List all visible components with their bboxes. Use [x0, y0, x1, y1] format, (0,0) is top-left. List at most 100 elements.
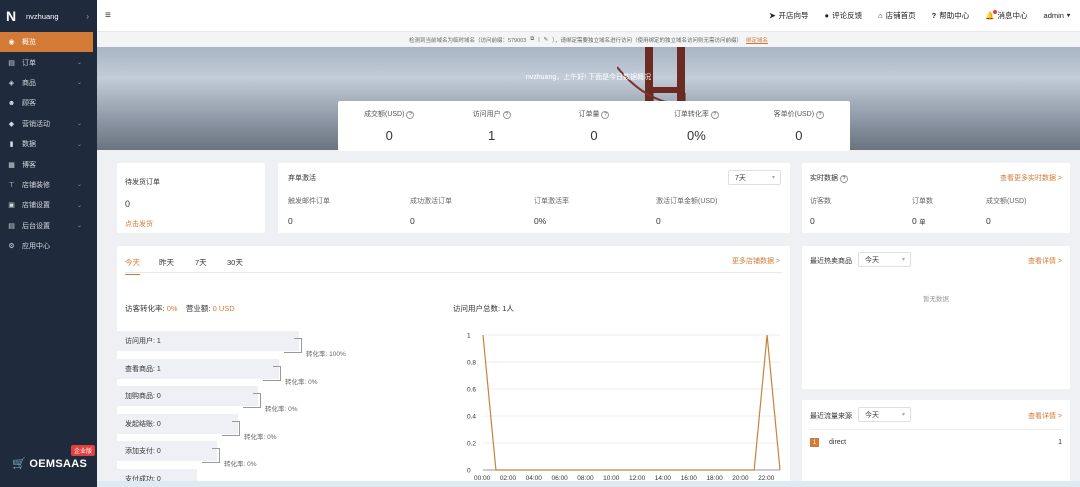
sidebar-item-5[interactable]: ▮ 数据 ⌄ [0, 134, 97, 154]
visitors-total: 访问用户总数: 1人 [453, 304, 514, 313]
sidebar-item-0[interactable]: ◉ 概览 [0, 32, 93, 53]
series-line [482, 334, 781, 471]
decorate-icon: ⊤ [8, 181, 15, 189]
sidebar-item-2[interactable]: ◈ 商品 ⌄ [0, 73, 97, 93]
ship-now-link[interactable]: 点击发货 [125, 219, 153, 229]
bell-icon: 🔔 [985, 10, 997, 20]
funnel-connector [263, 379, 281, 381]
logo-icon: N [6, 8, 17, 24]
kpi-label: 访问用户 ? [440, 109, 542, 119]
traffic-title: 最近流量来源 [810, 413, 852, 420]
help-icon[interactable]: ? [502, 111, 511, 119]
kpi-item: 订单转化率 ? 0% [645, 101, 747, 151]
abandon-col-value: 0 [656, 216, 661, 226]
hot-title: 最近热卖商品 [810, 258, 852, 265]
funnel-connector [222, 434, 240, 436]
sidebar-item-3[interactable]: ☻ 顾客 [0, 93, 97, 113]
hot-range-select[interactable]: 今天 ▾ [858, 252, 911, 267]
y-tick-label: 0 [467, 468, 471, 475]
topnav-help[interactable]: ? 帮助中心 [932, 10, 970, 21]
realtime-col-label: 订单数 [912, 198, 933, 205]
kpi-label: 订单转化率 ? [645, 109, 747, 119]
traffic-details-link[interactable]: 查看详情 > [1028, 411, 1062, 421]
abandon-col-label: 成功激活订单 [410, 198, 452, 205]
kpi-value: 1 [487, 128, 496, 143]
chart-icon: ▮ [9, 141, 14, 149]
sidebar-item-4[interactable]: ◆ 营销活动 ⌄ [0, 114, 97, 134]
sidebar-item-label: 博客 [22, 161, 36, 169]
store-settings-icon: ▣ [8, 202, 15, 210]
realtime-col-value: 0 [986, 216, 991, 226]
realtime-col-value: 0 [810, 216, 815, 226]
visitors-line-chart: 00.20.40.60.8100:00 02:00 04:00 06:00 08:00 1… [467, 333, 781, 482]
abandon-range-select[interactable]: 7天 ▾ [728, 170, 781, 185]
user-menu[interactable]: admin ▾ [1044, 11, 1070, 20]
funnel-rate: 转化率: 100% [306, 351, 346, 358]
y-tick-label: 0.4 [467, 414, 476, 421]
copy-icon[interactable]: ⧉ [530, 36, 534, 43]
home-icon: ⌂ [878, 11, 883, 20]
funnel-connector [284, 352, 302, 353]
edit-icon[interactable]: ✎ [544, 37, 549, 43]
realtime-col-value: 0 单 [912, 216, 926, 226]
help-icon[interactable]: ? [710, 111, 719, 119]
help-icon[interactable]: ? [601, 111, 610, 119]
help-icon: ? [839, 175, 848, 183]
funnel-connector [243, 407, 261, 408]
topnav-setup-guide[interactable]: ➤ 开店向导 [769, 10, 808, 21]
sidebar-item-1[interactable]: ▤ 订单 ⌄ [0, 52, 97, 72]
rank-badge: 1 [810, 438, 819, 447]
more-realtime-link[interactable]: 查看更多实时数据 > [1000, 173, 1062, 183]
pending-orders-card: 待发货订单 0 点击发货 [117, 163, 265, 233]
traffic-sources-card: 最近流量来源 今天 ▾ 查看详情 > 1 direct 1 [802, 400, 1070, 487]
customer-icon: ☻ [7, 99, 16, 107]
chevron-down-icon: ⌄ [76, 223, 82, 230]
store-switcher[interactable]: N nvzhuang › [0, 0, 97, 32]
chevron-down-icon: ⌄ [76, 141, 82, 148]
abandoned-checkout-card: 弃单激活 7天 ▾ 触发邮件订单 0 成功激活订单 0 订单激活率 0% 激活订单金额(USD… [278, 163, 790, 233]
funnel-rate: 转化率: 0% [285, 378, 318, 386]
funnel-connector [202, 462, 220, 463]
abandon-col-value: 0 [288, 216, 293, 226]
kpi-value: 0 [385, 128, 393, 143]
tab-3[interactable]: 30天 [227, 257, 243, 268]
y-tick-label: 1 [467, 333, 471, 340]
chevron-down-icon: ⌄ [76, 80, 82, 87]
sidebar-item-7[interactable]: ⊤ 店铺装修 ⌄ [0, 175, 97, 195]
sidebar-item-10[interactable]: ⚙ 应用中心 [0, 236, 97, 256]
hot-products-card: 最近热卖商品 今天 ▾ 查看详情 > 暂无数据 [802, 246, 1070, 389]
bind-domain-link[interactable]: 绑定域名 [746, 36, 768, 44]
tab-2[interactable]: 7天 [195, 257, 207, 268]
topnav-store-home[interactable]: ⌂ 店铺首页 [878, 10, 916, 21]
kpi-item: 客单价(USD) ? 0 [748, 101, 850, 151]
source-count: 1 [1058, 439, 1062, 446]
sidebar-item-8[interactable]: ▣ 店铺设置 ⌄ [0, 195, 97, 215]
topnav-feedback[interactable]: ● 评论反馈 [825, 10, 863, 21]
kpi-label: 客单价(USD) ? [748, 109, 850, 119]
notice-text-2: ），请绑定需要独立域名进行访问（使用绑定的独立域名访问则无需访问前缀） [552, 37, 743, 44]
more-store-data-link[interactable]: 更多店铺数据 > [732, 256, 780, 266]
horizontal-scrollbar[interactable] [97, 481, 1080, 487]
help-icon[interactable]: ? [816, 111, 825, 119]
sidebar-item-label: 概览 [22, 39, 36, 47]
marketing-icon: ◆ [8, 120, 15, 128]
funnel-rate: 转化率: 0% [224, 461, 257, 468]
funnel-rate: 转化率: 0% [265, 406, 298, 413]
kpi-label: 订单量 ? [543, 109, 645, 119]
sidebar-item-label: 商品 [22, 79, 36, 87]
kpi-item: 订单量 ? 0 [543, 101, 645, 151]
traffic-range-select[interactable]: 今天 ▾ [858, 407, 911, 422]
funnel-step: 访问用户: 1 [117, 331, 299, 351]
realtime-col-label: 成交额(USD) [986, 198, 1027, 205]
hot-details-link[interactable]: 查看详情 > [1028, 256, 1062, 266]
funnel-step: 添加支付: 0 [117, 441, 217, 461]
tab-1[interactable]: 昨天 [159, 257, 174, 268]
y-tick-label: 0.2 [467, 441, 476, 448]
sidebar-item-6[interactable]: ▦ 博客 [0, 154, 97, 174]
edition-badge: 企业版 [70, 445, 95, 456]
sidebar-item-9[interactable]: ▤ 后台设置 ⌄ [0, 216, 97, 236]
menu-toggle-icon[interactable]: ≡ [105, 10, 111, 21]
help-icon[interactable]: ? [406, 111, 415, 119]
traffic-row: 1 direct 1 [810, 438, 1062, 447]
topnav-messages[interactable]: 🔔 消息中心 [985, 10, 1028, 21]
